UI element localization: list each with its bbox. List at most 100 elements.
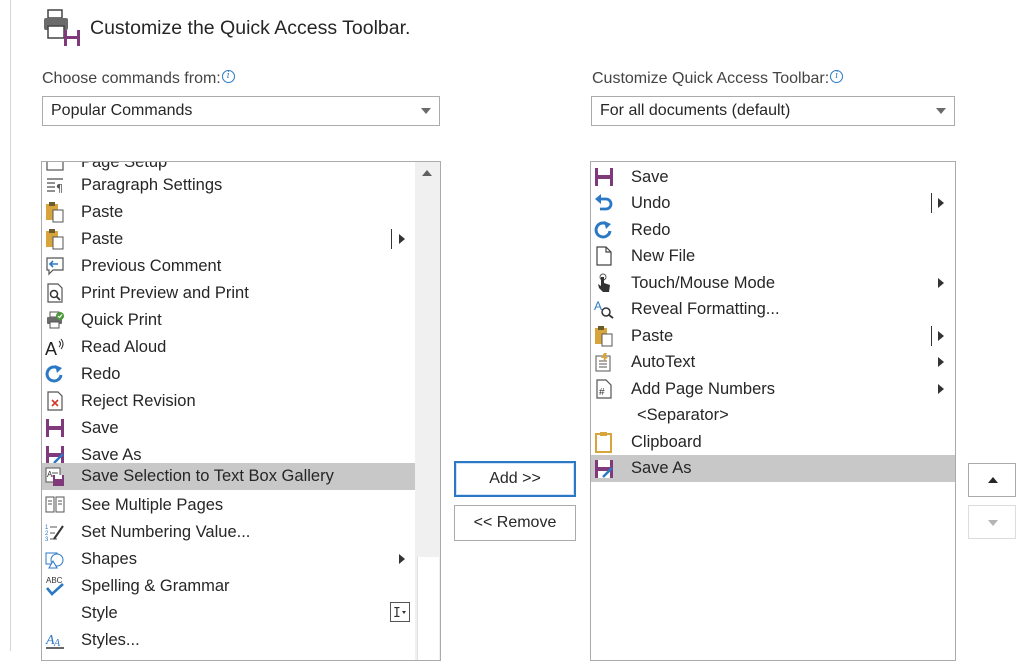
chevron-up-icon <box>988 477 998 483</box>
list-item-label: Save As <box>631 459 692 477</box>
clipboard-icon <box>594 432 614 453</box>
list-item-label: <Separator> <box>637 405 729 424</box>
list-item-label: See Multiple Pages <box>81 495 224 514</box>
shapes-icon <box>45 549 65 569</box>
save-icon <box>45 418 65 438</box>
redo-icon <box>594 220 614 240</box>
list-item[interactable]: <Separator> <box>591 402 955 428</box>
list-item-selected[interactable]: A Save Selection to Text Box Gallery <box>42 463 415 490</box>
list-item[interactable]: Style I <box>42 600 415 626</box>
list-item-label: Save As <box>81 445 142 464</box>
svg-text:ABC: ABC <box>46 576 63 585</box>
list-item-label: Redo <box>631 220 671 239</box>
save-selection-icon: A <box>45 467 65 487</box>
chevron-down-icon <box>421 108 431 114</box>
new-file-icon <box>594 246 614 266</box>
list-item-label: Spelling & Grammar <box>81 576 230 595</box>
svg-text:A: A <box>45 339 57 357</box>
list-item-selected[interactable]: Save As <box>591 455 955 482</box>
toolbar-commands-list[interactable]: Save Undo Redo New File Touch/Mouse Mode… <box>590 161 956 661</box>
list-item[interactable]: Paste <box>42 199 415 225</box>
submenu-arrow-icon[interactable] <box>938 331 944 341</box>
remove-button[interactable]: << Remove <box>454 505 576 541</box>
list-item-label: Previous Comment <box>81 256 222 275</box>
list-item[interactable]: Redo <box>42 361 415 387</box>
spelling-icon: ABC <box>45 576 65 596</box>
list-item-label: Add Page Numbers <box>631 379 775 398</box>
list-item[interactable]: Quick Print <box>42 307 415 333</box>
info-icon[interactable]: i <box>830 70 844 83</box>
list-item-label: Set Numbering Value... <box>81 522 251 541</box>
submenu-arrow-icon[interactable] <box>938 384 944 394</box>
list-item[interactable]: New File <box>591 243 955 269</box>
add-button[interactable]: Add >> <box>454 461 576 497</box>
style-picker-icon[interactable]: I <box>390 602 410 622</box>
list-item[interactable]: Undo <box>591 190 955 216</box>
split-separator <box>931 326 932 346</box>
list-item-label: AutoText <box>631 352 696 371</box>
list-item[interactable]: Touch/Mouse Mode <box>591 270 955 296</box>
list-item[interactable]: Paste <box>591 323 955 349</box>
commands-list[interactable]: Page Setup ¶ Paragraph Settings Paste Pa… <box>41 161 441 661</box>
list-item-label: Reveal Formatting... <box>631 299 780 318</box>
list-item-label: Paste <box>81 229 124 248</box>
svg-text:3: 3 <box>45 537 49 542</box>
commands-list-scrollbar[interactable] <box>415 162 440 660</box>
move-down-button[interactable] <box>968 505 1016 539</box>
submenu-arrow-icon[interactable] <box>938 278 944 288</box>
quick-print-icon <box>45 310 65 330</box>
submenu-arrow-icon[interactable] <box>399 554 405 564</box>
list-item[interactable]: Save <box>42 415 415 441</box>
customize-toolbar-label: Customize Quick Access Toolbar: i <box>592 70 844 88</box>
list-item[interactable]: Paste <box>42 226 415 252</box>
list-item[interactable]: Redo <box>591 217 955 243</box>
list-item[interactable]: See Multiple Pages <box>42 492 415 518</box>
list-item-label: Print Preview and Print <box>81 283 249 302</box>
redo-icon <box>45 364 65 384</box>
list-item-label: Read Aloud <box>81 337 167 356</box>
svg-text:A: A <box>594 299 602 313</box>
paste-icon <box>45 202 65 223</box>
move-up-button[interactable] <box>968 463 1016 497</box>
list-item[interactable]: # Add Page Numbers <box>591 376 955 402</box>
info-icon[interactable]: i <box>221 70 235 83</box>
reveal-formatting-icon: A <box>594 299 614 319</box>
list-item-label: Touch/Mouse Mode <box>631 273 775 292</box>
save-icon <box>594 167 614 187</box>
submenu-arrow-icon[interactable] <box>938 357 944 367</box>
list-item[interactable]: Reject Revision <box>42 388 415 414</box>
list-item[interactable]: Save <box>591 164 955 190</box>
window-edge <box>10 0 11 651</box>
choose-commands-label: Choose commands from: i <box>42 70 235 88</box>
list-item[interactable]: Shapes <box>42 546 415 572</box>
submenu-arrow-icon[interactable] <box>938 198 944 208</box>
choose-commands-dropdown[interactable]: Popular Commands <box>42 96 440 126</box>
chevron-down-icon <box>936 108 946 114</box>
remove-button-label: << Remove <box>473 514 557 531</box>
list-item[interactable]: Previous Comment <box>42 253 415 279</box>
customize-toolbar-value: For all documents (default) <box>600 102 791 119</box>
list-item[interactable]: 123 Set Numbering Value... <box>42 519 415 545</box>
scroll-up-button[interactable] <box>417 163 438 183</box>
split-separator <box>391 229 392 249</box>
styles-icon: AA <box>45 630 65 650</box>
list-item[interactable]: ABC Spelling & Grammar <box>42 573 415 599</box>
autotext-icon <box>594 352 614 372</box>
list-item[interactable]: Clipboard <box>591 429 955 455</box>
list-item[interactable]: AA Styles... <box>42 627 415 653</box>
submenu-arrow-icon[interactable] <box>399 234 405 244</box>
list-item[interactable]: A Reveal Formatting... <box>591 296 955 322</box>
save-as-icon <box>594 459 614 479</box>
scroll-thumb[interactable] <box>417 557 439 660</box>
list-item[interactable]: A Read Aloud <box>42 334 415 360</box>
list-item[interactable]: AutoText <box>591 349 955 375</box>
svg-text:I: I <box>393 606 401 621</box>
previous-comment-icon <box>45 256 65 276</box>
svg-text:¶: ¶ <box>56 182 63 195</box>
choose-commands-label-text: Choose commands from: <box>42 70 221 87</box>
list-item[interactable]: ¶ Paragraph Settings <box>42 172 415 198</box>
list-item[interactable]: Print Preview and Print <box>42 280 415 306</box>
list-item-label: Styles... <box>81 630 140 649</box>
split-separator <box>931 193 932 213</box>
customize-toolbar-dropdown[interactable]: For all documents (default) <box>591 96 955 126</box>
